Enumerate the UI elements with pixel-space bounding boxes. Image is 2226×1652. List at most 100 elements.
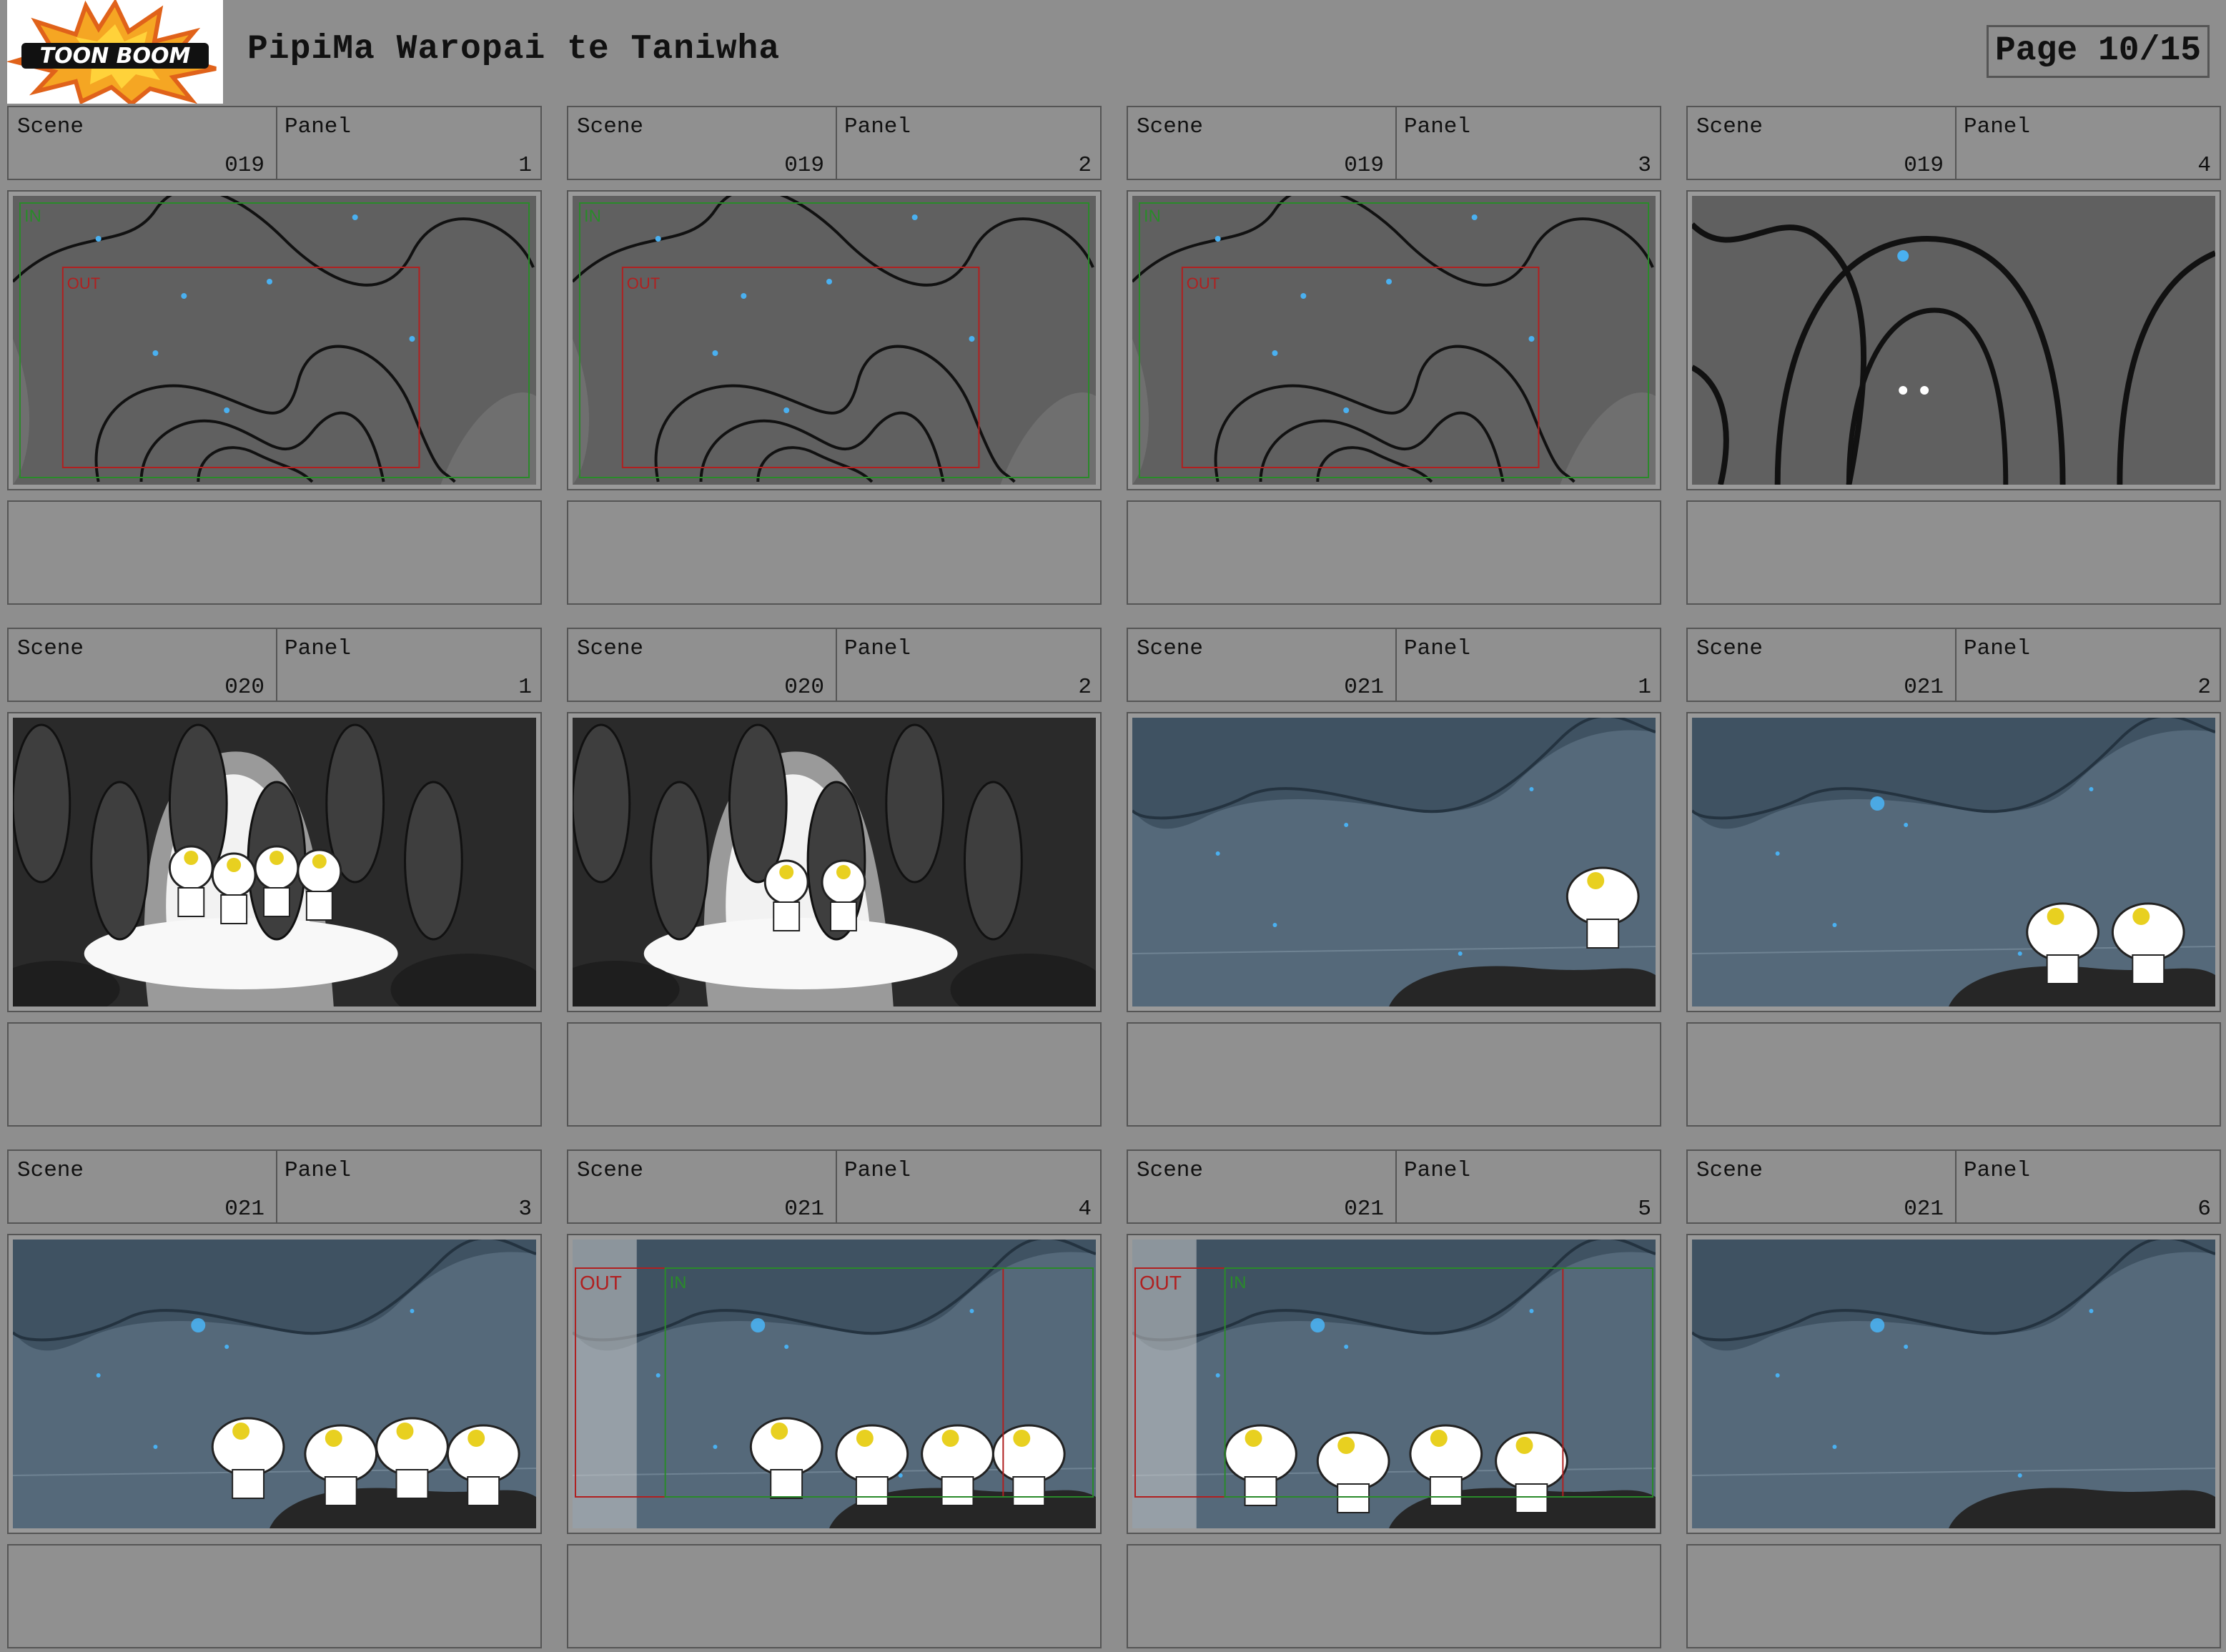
panel-notes[interactable]: [7, 500, 542, 605]
panel-number: 2: [1078, 675, 1092, 700]
scene-number: 021: [784, 1197, 824, 1222]
scene-label: Scene: [17, 114, 84, 139]
panel-label: Panel: [285, 1158, 352, 1183]
storyboard-panel[interactable]: Scene 021 Panel 5 OUT IN: [1127, 1149, 1661, 1648]
panel-header: Scene 021 Panel 3: [7, 1149, 542, 1224]
page-indicator: Page 10/15: [1987, 25, 2210, 78]
header-divider: [1395, 107, 1397, 179]
svg-text:IN: IN: [670, 1273, 687, 1292]
scene-number: 019: [1904, 153, 1944, 178]
panel-image[interactable]: IN OUT: [567, 190, 1102, 490]
panel-notes[interactable]: [567, 1544, 1102, 1648]
panel-notes[interactable]: [1686, 1544, 2221, 1648]
scene-label: Scene: [577, 114, 644, 139]
scene-label: Scene: [577, 1158, 644, 1183]
panel-drawing: [1132, 718, 1656, 1006]
panel-notes[interactable]: [7, 1544, 542, 1648]
header-divider: [836, 629, 837, 701]
storyboard-panel[interactable]: Scene 021 Panel 3: [7, 1149, 542, 1648]
panel-drawing: [13, 718, 536, 1006]
panel-notes[interactable]: [1127, 1022, 1661, 1127]
panel-notes[interactable]: [1127, 1544, 1661, 1648]
panel-number: 6: [2197, 1197, 2211, 1222]
header-divider: [1395, 1151, 1397, 1222]
panel-number: 1: [518, 675, 532, 700]
svg-text:IN: IN: [1144, 207, 1161, 226]
panel-image[interactable]: [7, 712, 542, 1012]
panel-drawing: [573, 718, 1096, 1006]
panel-label: Panel: [1404, 114, 1471, 139]
header-divider: [836, 1151, 837, 1222]
panel-number: 2: [2197, 675, 2211, 700]
storyboard-panel[interactable]: Scene 020 Panel 1: [7, 628, 542, 1127]
storyboard-panel[interactable]: Scene 021 Panel 1: [1127, 628, 1661, 1127]
panel-header: Scene 021 Panel 1: [1127, 628, 1661, 702]
panel-image[interactable]: OUT IN: [567, 1234, 1102, 1534]
panel-image[interactable]: [1686, 712, 2221, 1012]
panel-label: Panel: [844, 114, 911, 139]
storyboard-panel[interactable]: Scene 019 Panel 2 IN OUT: [567, 106, 1102, 605]
panel-image[interactable]: IN OUT: [1127, 190, 1661, 490]
panel-image[interactable]: [567, 712, 1102, 1012]
scene-label: Scene: [1696, 114, 1764, 139]
panel-drawing: [1692, 718, 2215, 1006]
panel-drawing: [1692, 196, 2215, 485]
scene-label: Scene: [17, 1158, 84, 1183]
header-divider: [836, 107, 837, 179]
panel-notes[interactable]: [1686, 1022, 2221, 1127]
header-divider: [276, 1151, 277, 1222]
storyboard-panel[interactable]: Scene 019 Panel 1 IN OUT: [7, 106, 542, 605]
panel-image[interactable]: [1686, 190, 2221, 490]
panel-label: Panel: [1404, 1158, 1471, 1183]
storyboard-panel[interactable]: Scene 021 Panel 2: [1686, 628, 2221, 1127]
scene-label: Scene: [17, 636, 84, 661]
svg-text:IN: IN: [584, 207, 601, 226]
panel-label: Panel: [285, 636, 352, 661]
panel-number: 4: [1078, 1197, 1092, 1222]
scene-number: 019: [784, 153, 824, 178]
scene-number: 021: [1904, 675, 1944, 700]
svg-text:OUT: OUT: [1139, 1272, 1182, 1294]
panel-number: 1: [518, 153, 532, 178]
panel-drawing: OUT IN: [1132, 1240, 1656, 1528]
panel-header: Scene 019 Panel 3: [1127, 106, 1661, 180]
panel-notes[interactable]: [1686, 500, 2221, 605]
storyboard-panel[interactable]: Scene 021 Panel 4 OUT IN: [567, 1149, 1102, 1648]
panel-label: Panel: [1964, 114, 2031, 139]
panel-label: Panel: [1404, 636, 1471, 661]
scene-label: Scene: [1137, 114, 1204, 139]
panel-drawing: [13, 1240, 536, 1528]
panel-number: 3: [518, 1197, 532, 1222]
panel-notes[interactable]: [1127, 500, 1661, 605]
scene-number: 020: [784, 675, 824, 700]
panel-image[interactable]: [1127, 712, 1661, 1012]
panel-notes[interactable]: [7, 1022, 542, 1127]
storyboard-title: PipiMa Waropai te Taniwha: [247, 30, 781, 69]
panel-image[interactable]: [1686, 1234, 2221, 1534]
panel-drawing: IN OUT: [1132, 196, 1656, 485]
header-divider: [1395, 629, 1397, 701]
panel-number: 3: [1638, 153, 1651, 178]
scene-number: 021: [1344, 1197, 1384, 1222]
scene-number: 019: [224, 153, 264, 178]
storyboard-panel[interactable]: Scene 019 Panel 3 IN OUT: [1127, 106, 1661, 605]
panel-notes[interactable]: [567, 500, 1102, 605]
panel-image[interactable]: OUT IN: [1127, 1234, 1661, 1534]
panel-header: Scene 019 Panel 2: [567, 106, 1102, 180]
scene-number: 019: [1344, 153, 1384, 178]
panel-image[interactable]: [7, 1234, 542, 1534]
svg-text:OUT: OUT: [67, 274, 100, 292]
toon-boom-logo: TOON BOOM: [7, 0, 223, 104]
svg-text:IN: IN: [1230, 1273, 1247, 1292]
storyboard-panel[interactable]: Scene 019 Panel 4: [1686, 106, 2221, 605]
scene-number: 021: [224, 1197, 264, 1222]
storyboard-panel[interactable]: Scene 020 Panel 2: [567, 628, 1102, 1127]
svg-text:OUT: OUT: [1187, 274, 1220, 292]
panel-drawing: IN OUT: [573, 196, 1096, 485]
storyboard-panel[interactable]: Scene 021 Panel 6: [1686, 1149, 2221, 1648]
svg-text:IN: IN: [24, 207, 41, 226]
panel-notes[interactable]: [567, 1022, 1102, 1127]
panel-label: Panel: [1964, 636, 2031, 661]
panel-image[interactable]: IN OUT: [7, 190, 542, 490]
panel-header: Scene 020 Panel 1: [7, 628, 542, 702]
